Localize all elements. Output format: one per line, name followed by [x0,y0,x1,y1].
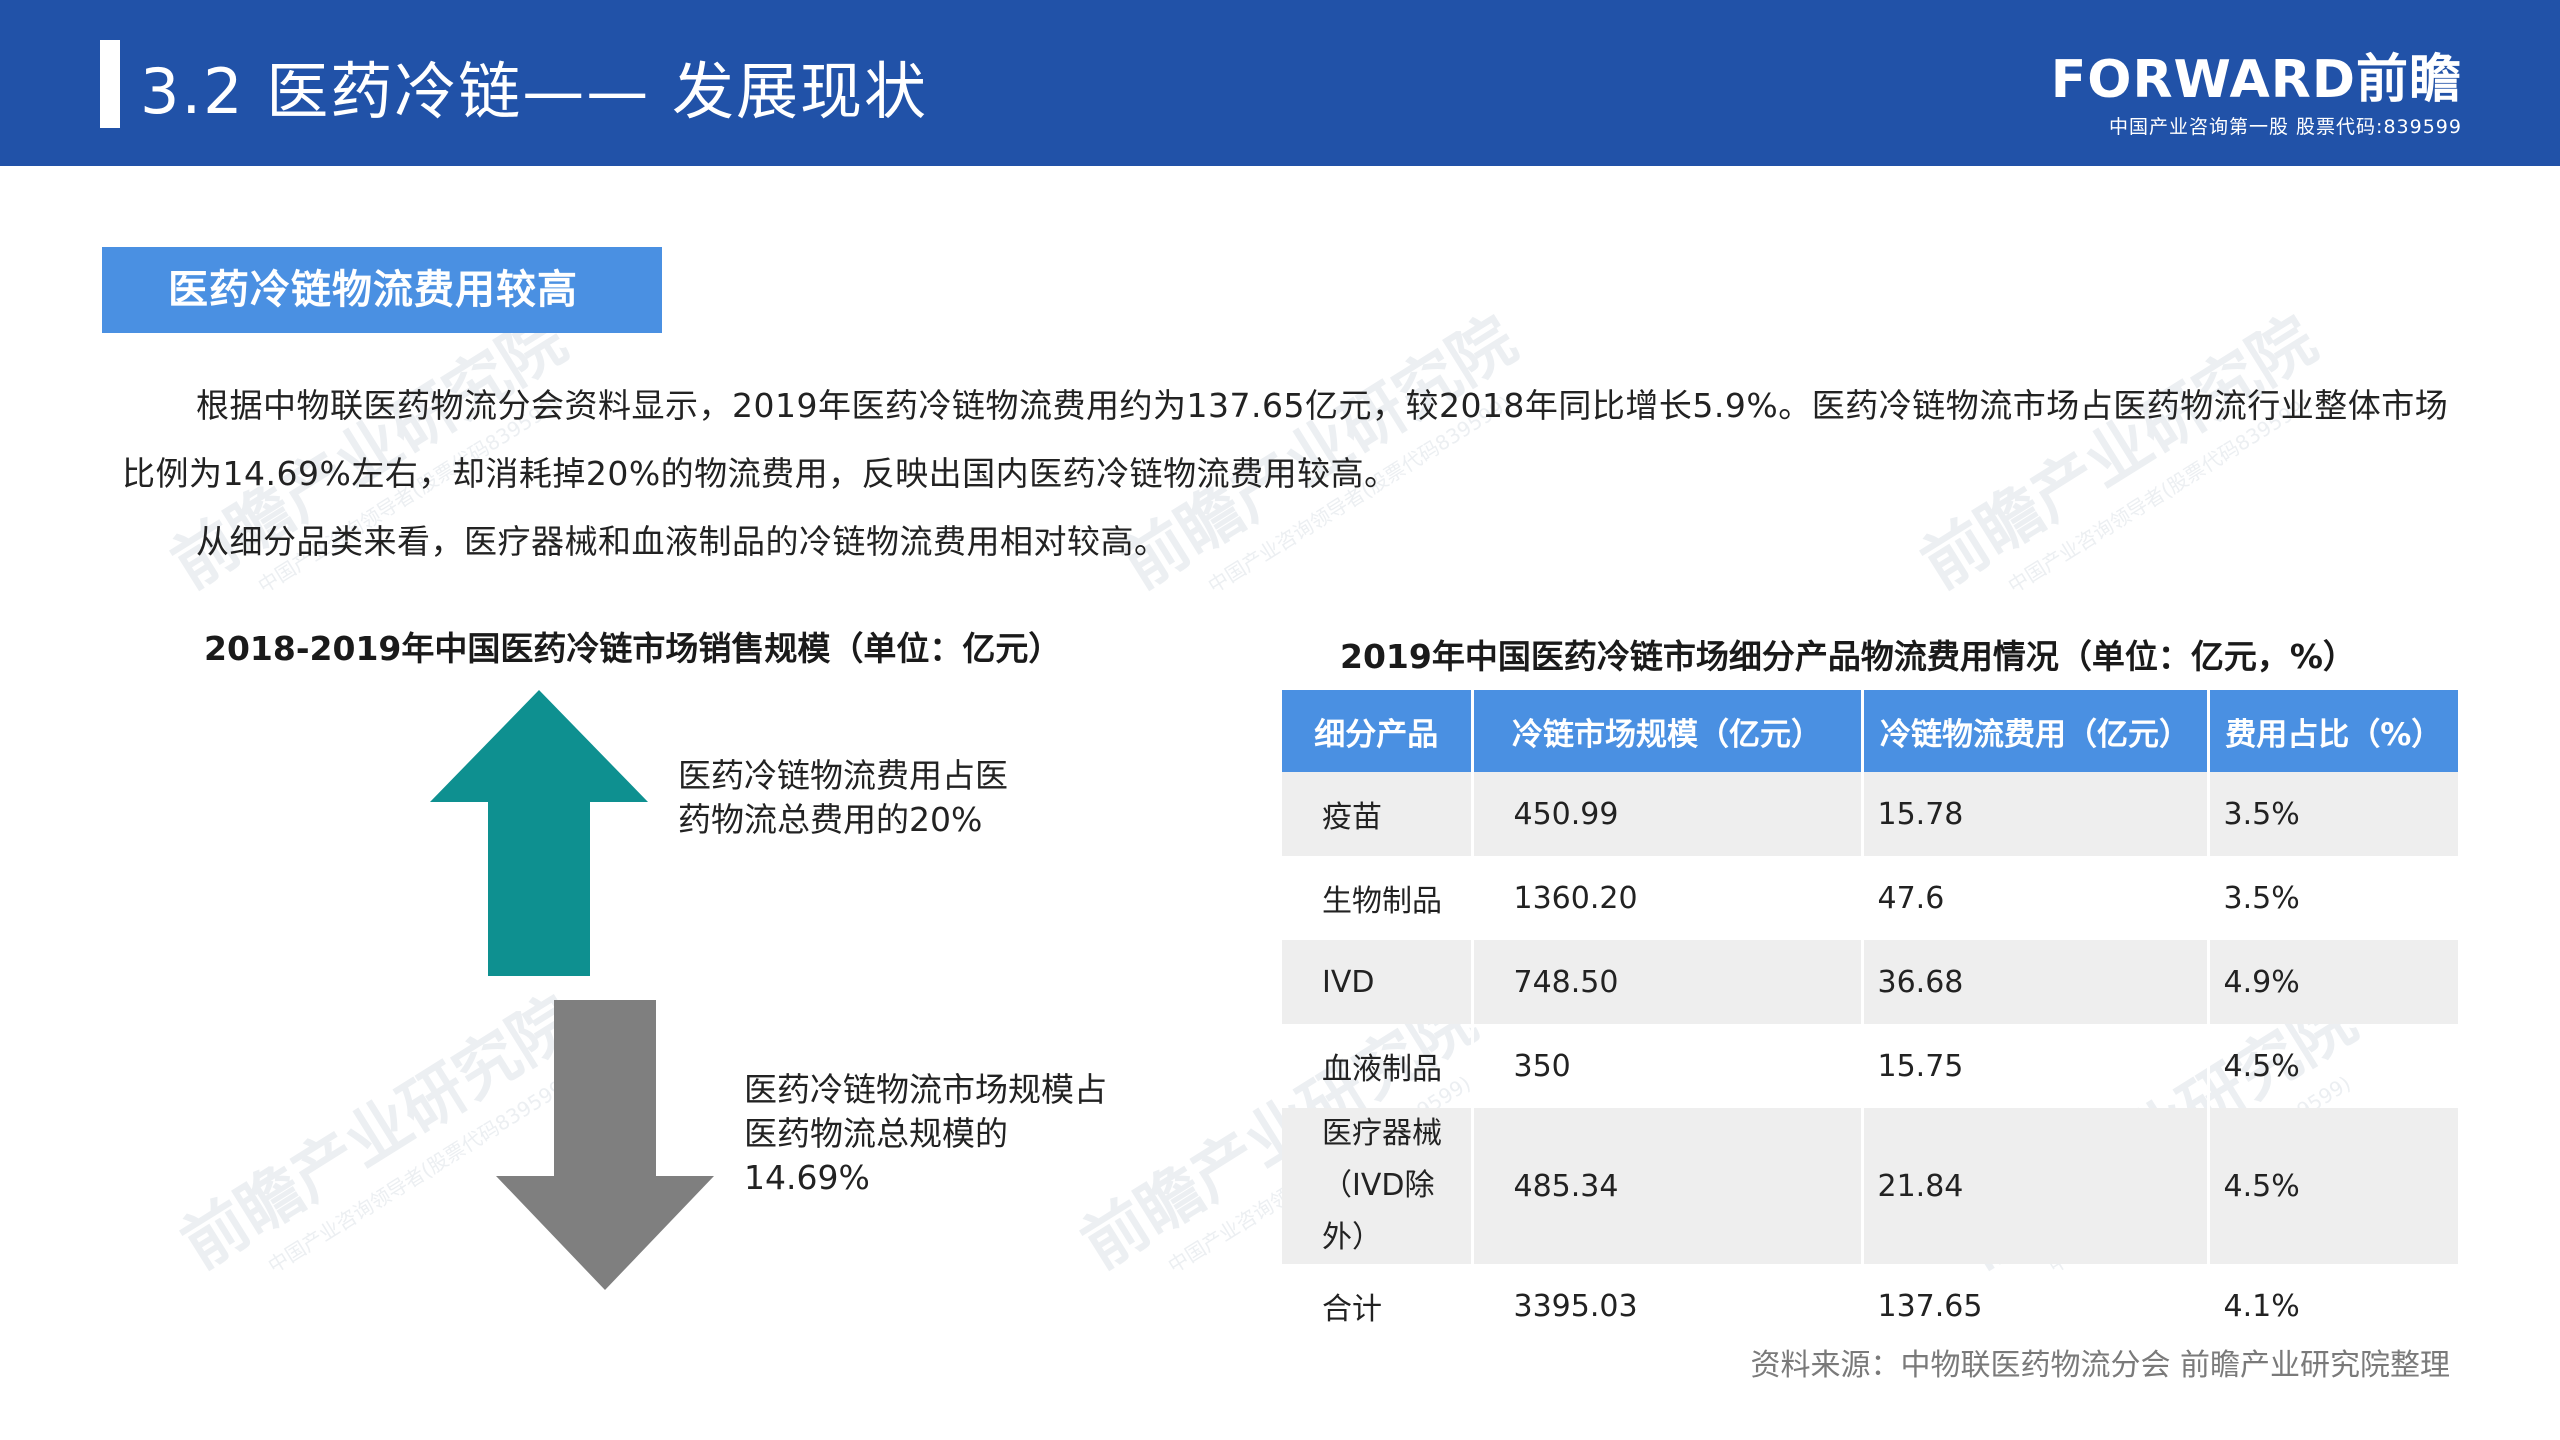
table-cell: 医疗器械（IVD除外） [1282,1108,1474,1264]
table-cell: 合计 [1282,1264,1474,1348]
table-cell: 1360.20 [1472,856,1864,940]
table-cell: 3395.03 [1472,1264,1864,1348]
table-cell: 137.65 [1862,1264,2210,1348]
table-row: 医疗器械（IVD除外） 485.34 21.84 4.5% [1282,1108,2458,1264]
header-banner: 3.2 医药冷链—— 发展现状 FORWARD前瞻 中国产业咨询第一股 股票代码… [0,0,2560,166]
table-cell: 3.5% [2208,772,2458,856]
body-paragraph-1: 根据中物联医药物流分会资料显示，2019年医药冷链物流费用约为137.65亿元，… [122,386,2449,493]
table-header-cell: 费用占比（%） [2208,690,2458,772]
table-cell: 485.34 [1472,1108,1864,1264]
header-accent-bar [100,40,120,128]
forward-logo: FORWARD前瞻 中国产业咨询第一股 股票代码:839599 [2051,50,2462,139]
table-cell: 疫苗 [1282,772,1474,856]
table-cell: 748.50 [1472,940,1864,1024]
table-cell: 21.84 [1862,1108,2210,1264]
table-row: 血液制品 350 15.75 4.5% [1282,1024,2458,1108]
left-chart-title: 2018-2019年中国医药冷链市场销售规模（单位：亿元） [204,629,1062,668]
table-cell: 450.99 [1472,772,1864,856]
table-cell: IVD [1282,940,1474,1024]
logo-main-text: FORWARD前瞻 [2050,50,2462,110]
table-row: IVD 748.50 36.68 4.9% [1282,940,2458,1024]
table-cell: 生物制品 [1282,856,1474,940]
logo-subtitle: 中国产业咨询第一股 股票代码:839599 [2109,116,2462,138]
table-cell: 4.5% [2223,1048,2300,1084]
table-row: 生物制品 1360.20 47.6 3.5% [1282,856,2458,940]
table-cell: 4.9% [2208,940,2458,1024]
down-arrow-icon [496,1000,714,1290]
table-cell: 36.68 [1862,940,2210,1024]
body-paragraph-2: 从细分品类来看，医疗器械和血液制品的冷链物流费用相对较高。 [196,522,1168,561]
table-header-row: 细分产品 冷链市场规模（亿元） 冷链物流费用（亿元） 费用占比（%） [1282,690,2458,772]
up-arrow-icon [430,690,648,976]
table-header-cell: 冷链物流费用（亿元） [1862,690,2210,772]
table-cell: 47.6 [1862,856,2210,940]
table-cell: 3.5% [2223,880,2300,916]
table-header-cell: 细分产品 [1282,690,1474,772]
table-title: 2019年中国医药冷链市场细分产品物流费用情况（单位：亿元，%） [1340,637,2356,676]
cost-table: 细分产品 冷链市场规模（亿元） 冷链物流费用（亿元） 费用占比（%） 疫苗 45… [1282,690,2458,1348]
source-note: 资料来源：中物联医药物流分会 前瞻产业研究院整理 [1750,1348,2450,1383]
table-cell: 4.1% [2223,1288,2300,1324]
table-cell: 15.75 [1862,1024,2210,1108]
table-cell: 血液制品 [1282,1024,1474,1108]
up-arrow-label: 医药冷链物流费用占医药物流总费用的20% [678,756,1008,839]
table-cell: 15.78 [1862,772,2210,856]
table-row: 疫苗 450.99 15.78 3.5% [1282,772,2458,856]
page-title: 3.2 医药冷链—— 发展现状 [140,55,929,128]
table-header-cell: 冷链市场规模（亿元） [1472,690,1864,772]
table-cell: 4.5% [2208,1108,2458,1264]
table-cell: 350 [1472,1024,1864,1108]
table-row: 合计 3395.03 137.65 4.1% [1282,1264,2458,1348]
down-arrow-label: 医药冷链物流市场规模占医药物流总规模的14.69% [744,1070,1107,1197]
section-label: 医药冷链物流费用较高 [102,247,662,333]
